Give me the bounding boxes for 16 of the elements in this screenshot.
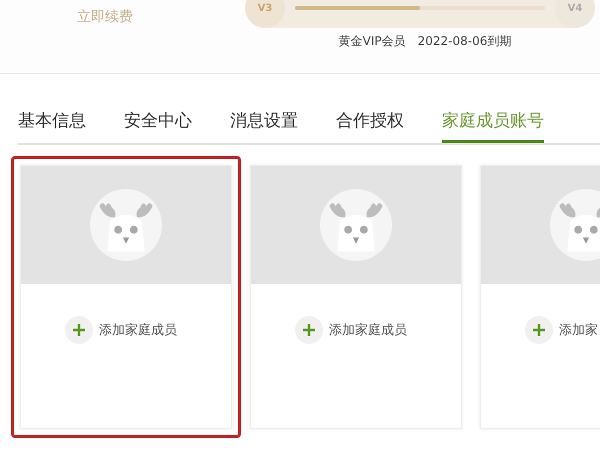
membership-tier-label: 黄金VIP会员 xyxy=(338,33,406,50)
tab[interactable]: 合作授权 xyxy=(336,97,404,141)
current-level-label: V3 xyxy=(245,0,285,28)
add-member-button[interactable]: 添加家庭成员 xyxy=(65,316,177,344)
plus-icon xyxy=(295,316,323,344)
plus-icon xyxy=(525,316,553,344)
membership-expiry-text: 2022-08-06到期 xyxy=(418,33,512,50)
tab[interactable]: 基本信息 xyxy=(18,97,86,141)
plus-icon xyxy=(65,316,93,344)
avatar-icon xyxy=(90,189,162,261)
tab[interactable]: 消息设置 xyxy=(230,97,298,141)
avatar-icon xyxy=(320,189,392,261)
tab[interactable]: 安全中心 xyxy=(124,97,192,141)
next-level-label: V4 xyxy=(555,0,595,28)
add-member-button[interactable]: 添加家 xyxy=(525,316,598,344)
add-member-button[interactable]: 添加家庭成员 xyxy=(295,316,407,344)
